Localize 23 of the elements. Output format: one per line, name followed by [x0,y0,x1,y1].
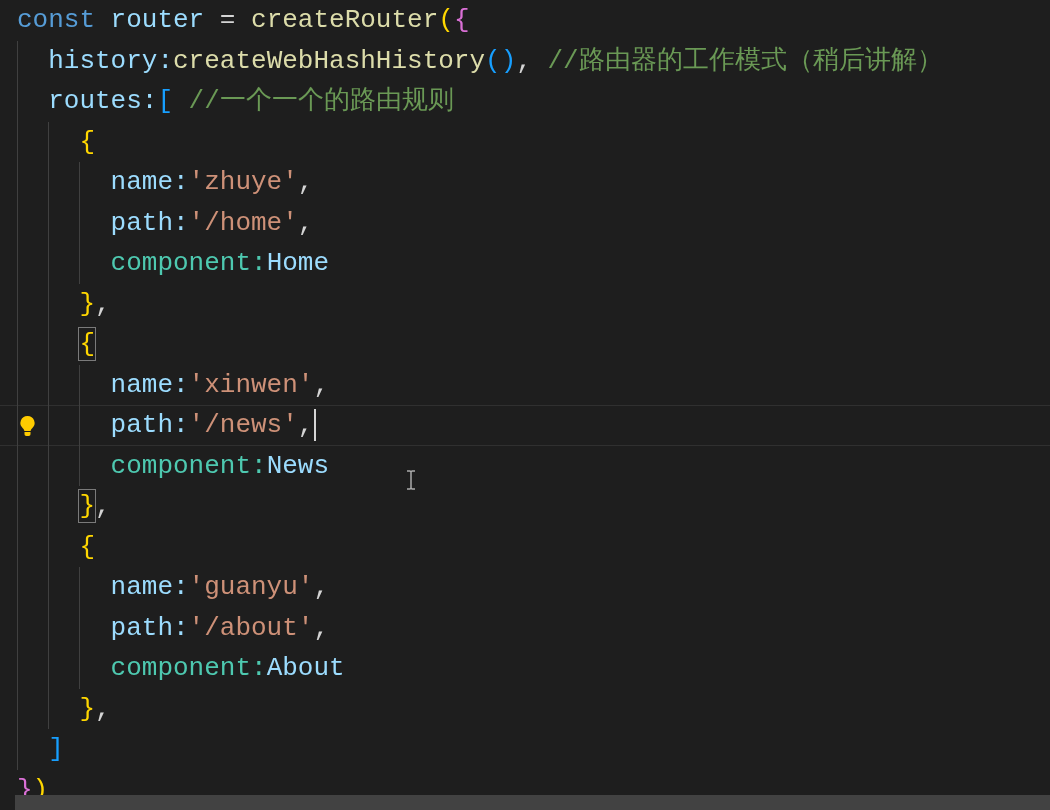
code-line: }, [79,287,111,320]
code-line: path:'/home', [110,206,314,239]
i-beam-pointer-icon [405,470,417,490]
code-line: component:News [110,449,330,482]
code-line: name:'xinwen', [110,368,330,401]
lightbulb-icon[interactable] [19,415,36,437]
code-line: component:About [110,652,345,685]
code-line: { [79,328,95,361]
code-line: }, [79,490,111,523]
code-line: ] [48,733,64,766]
code-line: path:'/news', [110,409,317,442]
code-line: path:'/about', [110,611,330,644]
code-line: routes:[ //一个一个的路由规则 [48,85,454,118]
code-line: { [79,530,95,563]
code-line: { [79,125,95,158]
horizontal-scrollbar[interactable] [15,795,1050,810]
code-line: component:Home [110,247,330,280]
text-cursor [314,409,317,442]
code-line: name:'zhuye', [110,166,314,199]
code-line: name:'guanyu', [110,571,330,604]
code-line: }, [79,692,111,725]
code-line: history:createWebHashHistory(), //路由器的工作模式（稍后讲解） [48,44,943,77]
code-line: const router = createRouter({ [17,4,470,37]
